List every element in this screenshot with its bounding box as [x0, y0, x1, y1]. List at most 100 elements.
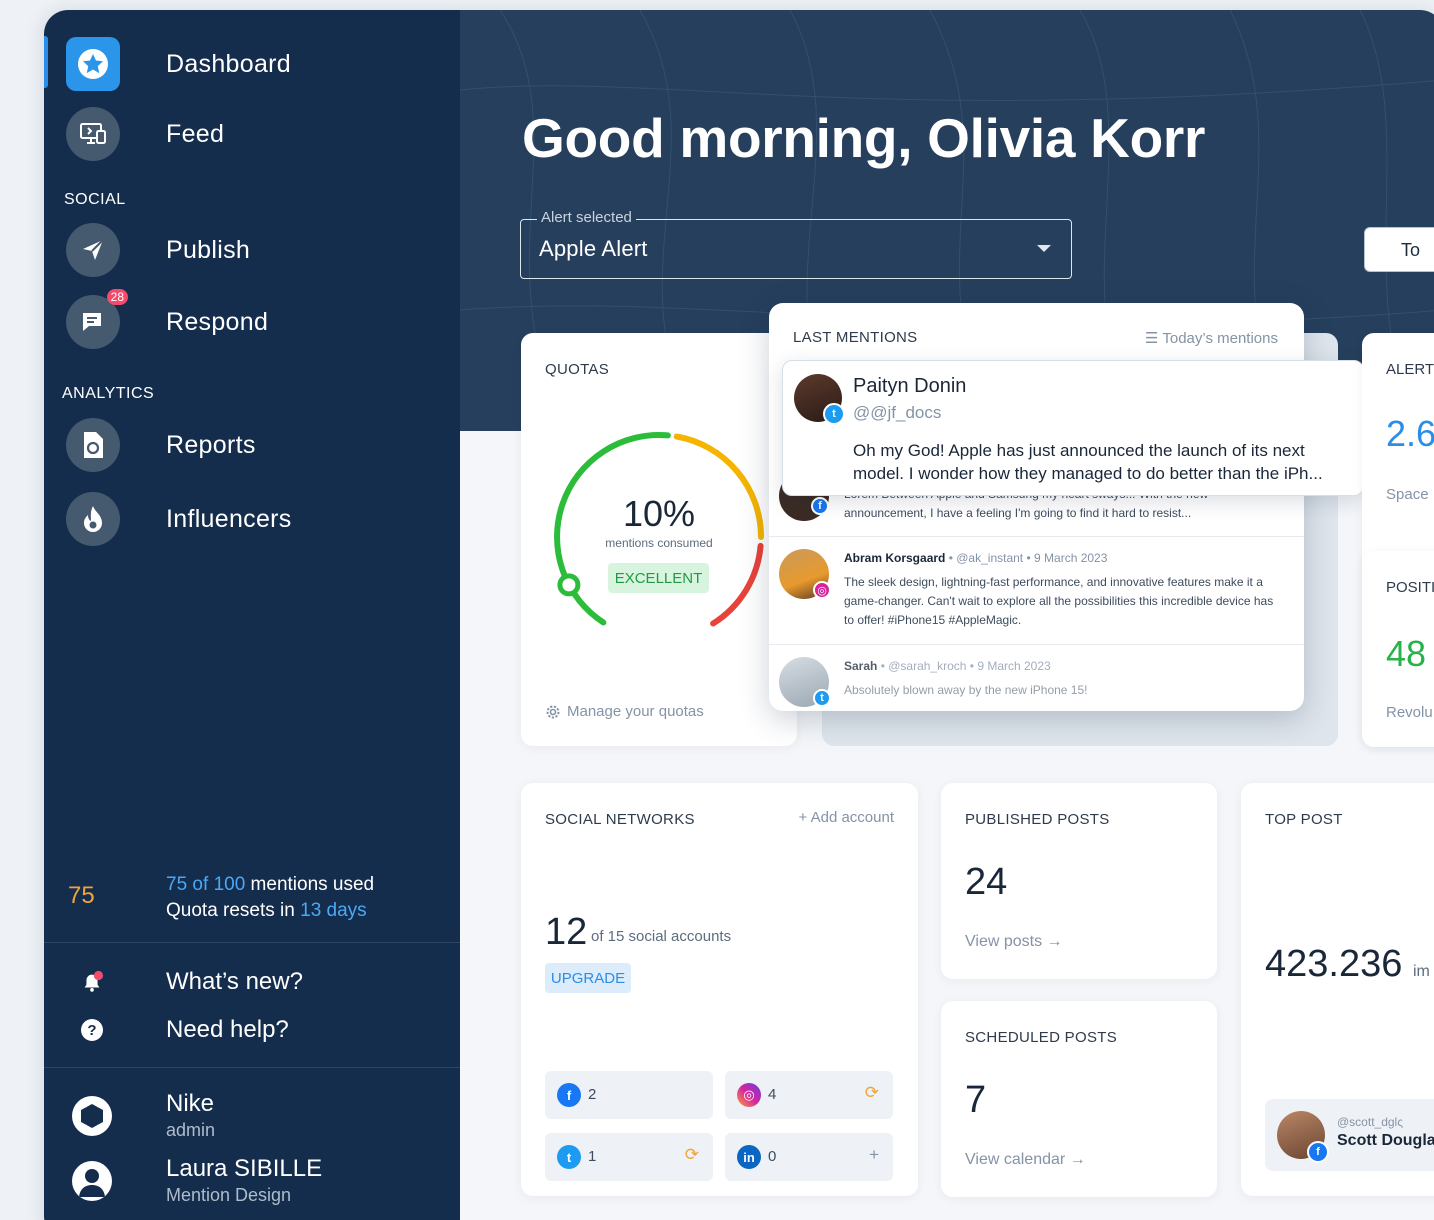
featured-text: Oh my God! Apple has just announced the …: [853, 441, 1323, 483]
sync-icon[interactable]: ⟳: [685, 1145, 699, 1165]
app-window: Dashboard Feed SOCIAL Publish 28 Respond…: [44, 10, 1434, 1220]
todays-mentions-link[interactable]: ☰ Today’s mentions: [1145, 329, 1278, 347]
twitter-icon: t: [557, 1145, 581, 1169]
social-networks-title: SOCIAL NETWORKS: [545, 811, 695, 828]
account-laura[interactable]: Laura SIBILLE Mention Design: [44, 1153, 460, 1209]
upgrade-button[interactable]: UPGRADE: [545, 963, 631, 993]
nav-feed[interactable]: Feed: [44, 104, 460, 164]
social-networks-card: SOCIAL NETWORKS + Add account 12 of 15 s…: [521, 783, 918, 1196]
gear-icon: [546, 705, 560, 718]
mention-text: Absolutely blown away by the new iPhone …: [844, 683, 1088, 697]
help-icon: ?: [80, 1018, 104, 1042]
top-button[interactable]: To: [1364, 227, 1434, 272]
published-posts-card: PUBLISHED POSTS 24 View posts →: [941, 783, 1217, 979]
mention-text: The sleek design, lightning-fast perform…: [844, 575, 1274, 627]
network-facebook[interactable]: f 2: [545, 1071, 713, 1119]
report-icon: [66, 418, 120, 472]
alert-select-legend: Alert selected: [537, 209, 636, 226]
quotas-card: QUOTAS 10% mentions consumed EXCELLENT M…: [521, 333, 797, 746]
nav-publish[interactable]: Publish: [44, 220, 460, 280]
monitor-icon: [66, 107, 120, 161]
alert-card-value: 2.6: [1386, 413, 1434, 454]
add-account-button[interactable]: + Add account: [799, 809, 895, 826]
featured-author: Paityn Donin: [853, 375, 967, 397]
mention-author: Sarah: [844, 659, 878, 673]
account-nike[interactable]: Nike admin: [44, 1088, 460, 1144]
network-count: 1: [588, 1148, 597, 1165]
need-help-label: Need help?: [166, 1016, 289, 1043]
sidebar-divider: [44, 942, 460, 943]
top-post-card: TOP POST 423.236 im f @scott_dglς Scott …: [1241, 783, 1434, 1196]
manage-quotas-link[interactable]: Manage your quotas: [545, 703, 704, 720]
network-linkedin[interactable]: in 0 +: [725, 1133, 893, 1181]
nav-dashboard[interactable]: Dashboard: [44, 34, 460, 94]
nav-respond-label: Respond: [166, 307, 269, 336]
top-post-value: 423.236 im: [1265, 943, 1430, 986]
plus-icon[interactable]: +: [869, 1145, 879, 1165]
view-calendar-link[interactable]: View calendar →: [965, 1151, 1086, 1169]
social-accounts-of: of 15 social accounts: [591, 928, 732, 945]
nav-dashboard-label: Dashboard: [166, 49, 292, 78]
top-post-name: Scott Douglas: [1337, 1132, 1434, 1149]
featured-mention[interactable]: t Paityn Donin @@jf_docs Oh my God! Appl…: [782, 360, 1364, 496]
main-content: Good morning, Olivia Korr Alert selected…: [460, 10, 1434, 1220]
nav-reports-label: Reports: [166, 430, 256, 459]
network-count: 2: [588, 1086, 597, 1103]
need-help-link[interactable]: ? Need help?: [44, 1010, 460, 1050]
alert-select-dropdown[interactable]: Alert selected Apple Alert: [520, 209, 1072, 279]
greeting-title: Good morning, Olivia Korr: [522, 107, 1206, 169]
top-post-author[interactable]: f @scott_dglς Scott Douglas: [1265, 1099, 1434, 1171]
account-role: Mention Design: [166, 1185, 292, 1205]
network-count: 4: [768, 1086, 777, 1103]
view-posts-link[interactable]: View posts →: [965, 933, 1063, 951]
published-posts-title: PUBLISHED POSTS: [965, 811, 1110, 828]
nav-influencers[interactable]: Influencers: [44, 489, 460, 549]
nav-reports[interactable]: Reports: [44, 415, 460, 475]
facebook-icon: f: [1307, 1141, 1329, 1163]
quotas-title: QUOTAS: [545, 361, 610, 378]
mention-author: Abram Korsgaard: [844, 551, 946, 565]
featured-handle: @@jf_docs: [853, 403, 942, 422]
mention-date: 9 March 2023: [977, 659, 1051, 673]
mention-meta: Abram Korsgaard • @ak_instant • 9 March …: [844, 551, 1108, 565]
facebook-icon: f: [811, 497, 829, 515]
star-icon: [66, 37, 120, 91]
scheduled-posts-card: SCHEDULED POSTS 7 View calendar →: [941, 1001, 1217, 1197]
todays-mentions-label: Today’s mentions: [1162, 330, 1278, 347]
sidebar-divider-2: [44, 1067, 460, 1068]
alert-select-value: Apple Alert: [539, 236, 648, 261]
nav-respond[interactable]: 28 Respond: [44, 289, 460, 352]
sync-icon[interactable]: ⟳: [865, 1083, 879, 1103]
top-post-number: 423.236: [1265, 943, 1403, 985]
scheduled-posts-count: 7: [965, 1079, 987, 1121]
nav-publish-label: Publish: [166, 235, 251, 264]
hexagon-logo-icon: [72, 1096, 112, 1136]
twitter-icon: t: [813, 689, 831, 707]
account-name: Laura SIBILLE: [166, 1155, 323, 1182]
network-twitter[interactable]: t 1 ⟳: [545, 1133, 713, 1181]
section-social: SOCIAL: [64, 191, 126, 208]
positive-card: POSITI 48 Revolu: [1362, 551, 1434, 747]
sidebar: Dashboard Feed SOCIAL Publish 28 Respond…: [44, 10, 460, 1220]
mention-handle: @sarah_kroch: [888, 659, 967, 673]
respond-badge: 28: [106, 289, 128, 305]
gauge-knob: [557, 573, 581, 597]
svg-text:?: ?: [87, 1022, 96, 1039]
quota-used-suffix: mentions used: [250, 874, 375, 895]
linkedin-icon: in: [737, 1145, 761, 1169]
social-accounts-count: 12: [545, 911, 588, 953]
list-icon: ☰: [1145, 330, 1163, 347]
mention-item[interactable]: t Sarah • @sarah_kroch • 9 March 2023 Ab…: [769, 644, 1304, 711]
gauge-status-badge: EXCELLENT: [608, 563, 709, 593]
last-mentions-title: LAST MENTIONS: [793, 329, 918, 346]
account-role: admin: [166, 1120, 216, 1140]
mention-item[interactable]: ◎ Abram Korsgaard • @ak_instant • 9 Marc…: [769, 536, 1304, 644]
facebook-icon: f: [557, 1083, 581, 1107]
flame-icon: [66, 492, 120, 546]
bell-icon: [80, 970, 104, 994]
twitter-icon: t: [823, 403, 845, 425]
nav-feed-label: Feed: [166, 119, 225, 148]
network-instagram[interactable]: ◎ 4 ⟳: [725, 1071, 893, 1119]
whats-new-link[interactable]: What’s new?: [44, 962, 460, 1002]
user-avatar-icon: [72, 1161, 112, 1201]
